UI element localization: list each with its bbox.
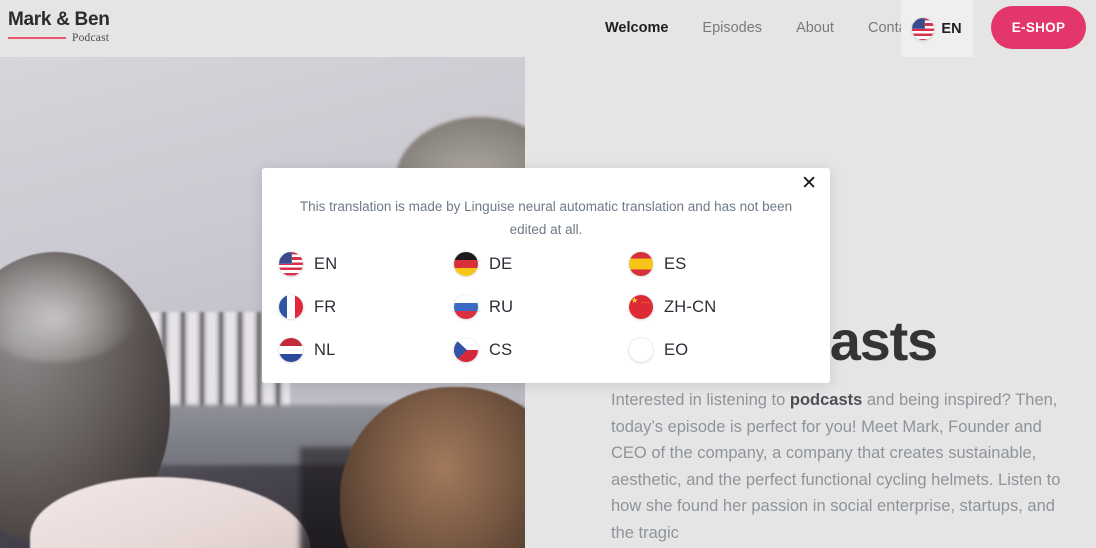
language-option-label: ZH-CN (664, 297, 717, 316)
fr-flag-icon (279, 295, 303, 319)
language-option-label: RU (489, 297, 514, 316)
language-option-zh-cn[interactable]: ZH-CN (629, 295, 813, 319)
site-header: Mark & Ben Podcast Welcome Episodes Abou… (0, 0, 1096, 57)
hero-body-keyword: podcasts (789, 391, 863, 409)
language-option-label: CS (489, 340, 513, 359)
logo-tagline: Podcast (72, 32, 110, 44)
eshop-button[interactable]: E-SHOP (991, 6, 1086, 49)
language-option-label: NL (314, 340, 336, 359)
ru-flag-icon (454, 295, 478, 319)
language-option-de[interactable]: DE (454, 252, 629, 276)
nl-flag-icon (279, 338, 303, 362)
language-option-fr[interactable]: FR (279, 295, 454, 319)
language-switcher-code: EN (941, 20, 962, 37)
eo-flag-icon (629, 338, 653, 362)
nav-item-welcome[interactable]: Welcome (588, 0, 685, 57)
cz-flag-icon (454, 338, 478, 362)
page-root: n Johnson My podcasts Interested in list… (0, 0, 1096, 548)
hero-body-before: Interested in listening to (611, 391, 790, 409)
logo-tagline-row: Podcast (8, 32, 138, 44)
nav-item-episodes[interactable]: Episodes (685, 0, 779, 57)
logo-rule (8, 37, 66, 39)
language-option-cs[interactable]: CS (454, 338, 629, 362)
language-option-nl[interactable]: NL (279, 338, 454, 362)
language-option-ru[interactable]: RU (454, 295, 629, 319)
hero-description: Interested in listening to podcasts and … (611, 387, 1076, 546)
translation-modal: ✕ This translation is made by Linguise n… (262, 168, 830, 383)
main-navigation: Welcome Episodes About Contact (588, 0, 935, 57)
es-flag-icon (629, 252, 653, 276)
language-option-label: ES (664, 254, 687, 273)
nav-item-about[interactable]: About (779, 0, 851, 57)
site-logo[interactable]: Mark & Ben Podcast (8, 10, 138, 44)
translation-note: This translation is made by Linguise neu… (299, 199, 793, 237)
language-options-grid: EN DE ES FR RU ZH-CN (279, 252, 813, 362)
language-option-es[interactable]: ES (629, 252, 813, 276)
language-option-label: FR (314, 297, 337, 316)
language-option-en[interactable]: EN (279, 252, 454, 276)
close-icon[interactable]: ✕ (801, 171, 817, 195)
cn-flag-icon (629, 295, 653, 319)
language-switcher[interactable]: EN (901, 0, 973, 57)
us-flag-icon (912, 17, 935, 40)
logo-brand: Mark & Ben (8, 9, 110, 30)
us-flag-icon (279, 252, 303, 276)
language-option-label: DE (489, 254, 513, 273)
language-option-label: EN (314, 254, 338, 273)
language-option-eo[interactable]: EO (629, 338, 813, 362)
hero-body-after: and being inspired? Then, today’s episod… (611, 391, 1061, 542)
language-option-label: EO (664, 340, 689, 359)
de-flag-icon (454, 252, 478, 276)
